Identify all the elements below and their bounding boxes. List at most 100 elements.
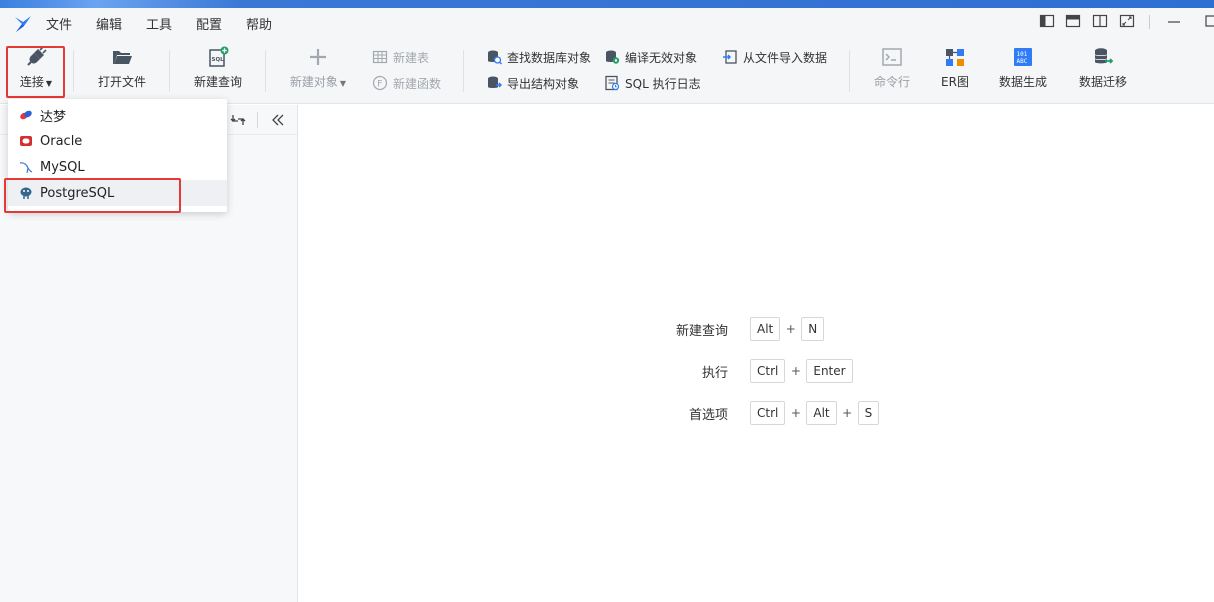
- data-migrate-button[interactable]: 数据迁移: [1077, 46, 1129, 90]
- new-sql-icon: SQL: [209, 46, 229, 67]
- db-export-icon: [488, 76, 502, 88]
- new-object-button[interactable]: 新建对象 ▼: [288, 46, 348, 90]
- new-table-label: 新建表: [393, 50, 430, 65]
- shortcut-label: 新建查询: [675, 324, 728, 339]
- svg-text:101: 101: [1017, 51, 1028, 58]
- shortcut-preferences: 首选项 Ctrl + Alt + S: [640, 401, 940, 425]
- toolbar-separator: [463, 50, 464, 92]
- shortcut-label: 执行: [701, 366, 728, 381]
- key-cap: Ctrl: [750, 401, 786, 425]
- new-object-label: 新建对象: [289, 75, 338, 89]
- menu-item-oracle[interactable]: Oracle: [8, 128, 227, 154]
- key-cap: S: [857, 401, 880, 425]
- find-db-object-label: 查找数据库对象: [507, 50, 592, 65]
- new-query-label: 新建查询: [193, 75, 242, 89]
- svg-text:F: F: [377, 80, 382, 90]
- data-generate-button[interactable]: 101 ABC 数据生成: [997, 46, 1049, 90]
- shortcut-keys: Ctrl + Enter: [750, 359, 853, 383]
- find-db-object-button[interactable]: 查找数据库对象: [486, 48, 591, 66]
- data-generate-icon: 101 ABC: [1014, 48, 1032, 66]
- layout-left-icon[interactable]: [1039, 13, 1055, 29]
- menu-bar: 文件 编辑 工具 配置 帮助: [0, 8, 1214, 38]
- open-file-label: 打开文件: [97, 75, 146, 89]
- header-divider: [257, 112, 258, 128]
- import-icon: [723, 50, 737, 64]
- maximize-icon[interactable]: [1204, 13, 1214, 29]
- menu-item-label: 达梦: [40, 109, 67, 125]
- terminal-icon: [882, 48, 902, 66]
- plus-sign: +: [785, 322, 796, 336]
- new-function-label: 新建函数: [393, 76, 442, 91]
- menu-config[interactable]: 配置: [196, 14, 222, 33]
- menu-file[interactable]: 文件: [46, 14, 72, 33]
- menu-item-mysql[interactable]: MySQL: [8, 154, 227, 180]
- plus-sign: +: [790, 406, 801, 420]
- toolbar-separator: [169, 50, 170, 92]
- menu-tools[interactable]: 工具: [146, 14, 172, 33]
- mysql-icon: [19, 162, 33, 174]
- new-function-button[interactable]: F 新建函数: [372, 74, 441, 92]
- key-cap: Ctrl: [750, 359, 786, 383]
- postgresql-highlight: [4, 178, 181, 213]
- export-structure-button[interactable]: 导出结构对象: [486, 74, 579, 92]
- menu-item-label: Oracle: [40, 133, 83, 149]
- plus-sign: +: [790, 364, 801, 378]
- layout-split-icon[interactable]: [1092, 13, 1108, 29]
- menu-item-dameng[interactable]: 达梦: [8, 102, 227, 128]
- table-icon: [372, 50, 388, 64]
- sync-icon[interactable]: [230, 112, 246, 128]
- toolbar-separator: [73, 50, 74, 92]
- window-top-strip: [0, 0, 1214, 8]
- open-file-button[interactable]: 打开文件: [96, 46, 148, 90]
- export-structure-label: 导出结构对象: [507, 76, 580, 91]
- oracle-icon: [20, 136, 32, 146]
- function-icon: F: [372, 75, 388, 91]
- compile-invalid-button[interactable]: 编译无效对象: [604, 48, 697, 66]
- fullscreen-icon[interactable]: [1119, 13, 1135, 29]
- layout-top-icon[interactable]: [1065, 13, 1081, 29]
- minimize-icon[interactable]: [1166, 13, 1182, 29]
- shortcut-keys: Alt + N: [750, 317, 825, 341]
- er-diagram-icon: [946, 49, 964, 66]
- collapse-panel-icon[interactable]: [270, 112, 286, 128]
- key-cap: Alt: [750, 317, 781, 341]
- compile-invalid-label: 编译无效对象: [625, 50, 698, 65]
- db-search-icon: [488, 50, 502, 65]
- import-from-file-button[interactable]: 从文件导入数据: [722, 48, 827, 66]
- menu-item-label: MySQL: [40, 159, 85, 175]
- connect-highlight: [6, 46, 65, 98]
- db-compile-icon: [606, 50, 620, 64]
- toolbar-separator: [849, 50, 850, 92]
- svg-text:ABC: ABC: [1017, 58, 1028, 65]
- new-table-button[interactable]: 新建表: [372, 48, 429, 66]
- plus-sign: +: [842, 406, 853, 420]
- shortcut-keys: Ctrl + Alt + S: [750, 401, 880, 425]
- menu-edit[interactable]: 编辑: [96, 14, 122, 33]
- plus-icon: [310, 49, 326, 65]
- command-line-button[interactable]: 命令行: [868, 46, 916, 90]
- svg-text:SQL: SQL: [212, 57, 225, 63]
- new-query-button[interactable]: SQL 新建查询: [192, 46, 244, 90]
- folder-icon: [113, 51, 132, 64]
- er-diagram-button[interactable]: ER图: [937, 46, 973, 90]
- log-icon: [605, 75, 620, 91]
- shortcut-new-query: 新建查询 Alt + N: [640, 317, 940, 341]
- window-ctl-divider: [1149, 15, 1150, 29]
- toolbar: 连接 ▼ 打开文件 SQL 新建查询 新建对象 ▼ 新建表 F 新建函数 查找数…: [0, 38, 1214, 104]
- caret-down-icon: ▼: [339, 79, 347, 88]
- data-migrate-icon: [1094, 48, 1114, 64]
- er-diagram-label: ER图: [941, 75, 969, 89]
- import-from-file-label: 从文件导入数据: [743, 50, 828, 65]
- menu-help[interactable]: 帮助: [246, 14, 272, 33]
- sql-log-button[interactable]: SQL 执行日志: [604, 74, 701, 92]
- app-logo-icon: [15, 16, 31, 32]
- sql-log-label: SQL 执行日志: [625, 76, 701, 91]
- data-migrate-label: 数据迁移: [1078, 75, 1127, 89]
- key-cap: N: [801, 317, 825, 341]
- key-cap: Enter: [806, 359, 853, 383]
- data-generate-label: 数据生成: [998, 75, 1047, 89]
- shortcut-execute: 执行 Ctrl + Enter: [640, 359, 940, 383]
- shortcut-label: 首选项: [688, 408, 728, 423]
- dameng-icon: [20, 110, 32, 120]
- command-line-label: 命令行: [873, 75, 910, 89]
